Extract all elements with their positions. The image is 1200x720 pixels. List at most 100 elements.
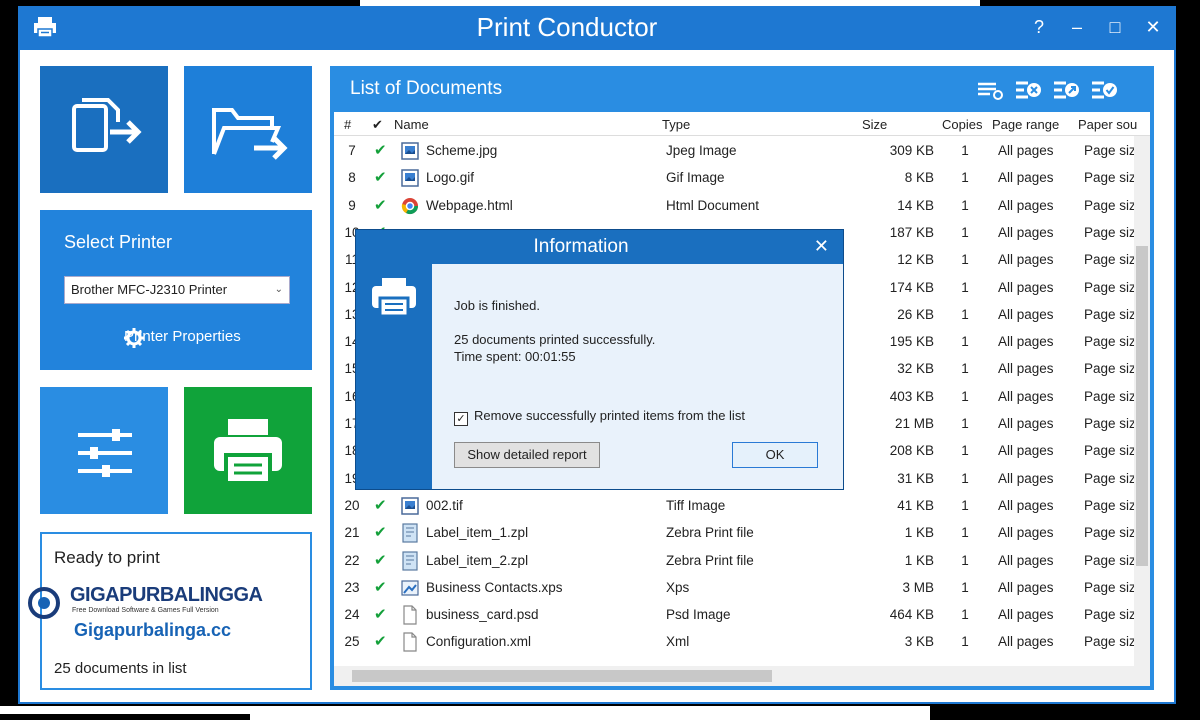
help-button[interactable]: ?	[1026, 14, 1052, 40]
row-number: 8	[348, 170, 356, 186]
table-row[interactable]: ✔ 24 business_card.psd Psd Image 464 KB 1 All …	[334, 602, 1136, 629]
row-size: 208 KB	[889, 443, 934, 459]
column-header-type[interactable]: Type	[662, 117, 690, 132]
print-button[interactable]	[184, 387, 312, 514]
clear-options-icon[interactable]	[976, 78, 1006, 102]
table-row[interactable]: ✔ 7 Scheme.jpg Jpeg Image 309 KB 1 All pages Pa…	[334, 138, 1136, 165]
row-type: Html Document	[666, 197, 760, 213]
minimize-button[interactable]: –	[1064, 14, 1090, 40]
remove-all-icon[interactable]	[1090, 78, 1120, 102]
row-copies: 1	[961, 579, 969, 595]
check-icon[interactable]: ✔	[374, 141, 387, 159]
row-size: 14 KB	[897, 197, 934, 213]
row-paper-source: Page siz	[1084, 416, 1136, 431]
maximize-button[interactable]: □	[1102, 14, 1128, 40]
row-paper-source: Page siz	[1084, 252, 1136, 268]
check-icon[interactable]: ✔	[374, 551, 387, 569]
background-strip	[250, 706, 930, 720]
show-report-button[interactable]: Show detailed report	[454, 442, 600, 468]
row-page-range: All pages	[998, 197, 1054, 213]
row-number: 24	[344, 607, 360, 623]
column-header-status[interactable]: ✔	[372, 117, 383, 133]
scrollbar-thumb[interactable]	[1136, 246, 1148, 566]
dialog-title: Information	[533, 236, 629, 257]
dialog-sidebar	[356, 264, 432, 489]
chevron-down-icon: ⌄	[274, 284, 283, 295]
horizontal-scrollbar[interactable]	[334, 666, 1134, 686]
column-header-page-range[interactable]: Page range	[992, 117, 1059, 132]
row-page-range: All pages	[998, 279, 1054, 295]
row-copies: 1	[961, 388, 969, 404]
row-page-range: All pages	[998, 388, 1054, 404]
remove-item-icon[interactable]	[1014, 78, 1044, 102]
row-size: 3 MB	[902, 579, 934, 595]
check-icon[interactable]: ✔	[374, 632, 387, 650]
dialog-close-button[interactable]: ✕	[814, 236, 829, 257]
select-printer-label: Select Printer	[64, 232, 173, 252]
row-name: Scheme.jpg	[426, 143, 498, 158]
add-folder-button[interactable]	[184, 66, 312, 193]
remove-printed-icon[interactable]	[1052, 78, 1082, 102]
row-page-range: All pages	[998, 443, 1054, 459]
add-files-button[interactable]	[40, 66, 168, 193]
watermark-logo-text: GIGAPURBALINGGA	[70, 584, 263, 606]
dialog-message-count: 25 documents printed successfully.	[454, 332, 656, 347]
printer-select[interactable]: Brother MFC-J2310 Printer ⌄	[64, 276, 290, 304]
row-number: 23	[344, 579, 360, 595]
row-copies: 1	[961, 224, 969, 240]
row-number: 25	[344, 634, 360, 650]
row-paper-source: Page siz	[1084, 579, 1136, 595]
row-paper-source: Page siz	[1084, 634, 1136, 650]
scrollbar-thumb[interactable]	[352, 670, 772, 682]
column-header-size[interactable]: Size	[862, 117, 887, 132]
column-header-number[interactable]: #	[344, 117, 351, 132]
row-paper-source: Page siz	[1084, 334, 1136, 350]
row-copies: 1	[961, 334, 969, 350]
check-icon[interactable]: ✔	[374, 523, 387, 541]
settings-button[interactable]	[40, 387, 168, 514]
column-header-copies[interactable]: Copies	[942, 117, 982, 132]
row-paper-source: Page siz	[1084, 470, 1136, 486]
row-paper-source: Page siz	[1084, 388, 1136, 404]
vertical-scrollbar[interactable]	[1134, 136, 1150, 686]
table-row[interactable]: ✔ 21 Label_item_1.zpl Zebra Print file 1 KB 1…	[334, 520, 1136, 547]
table-row[interactable]: ✔ 25 Configuration.xml Xml 3 KB 1 All pages Pag…	[334, 629, 1136, 656]
file-icon	[400, 605, 420, 625]
check-icon[interactable]: ✔	[374, 496, 387, 514]
remove-printed-label: Remove successfully printed items from t…	[474, 408, 745, 423]
check-icon[interactable]: ✔	[374, 578, 387, 596]
row-page-range: All pages	[998, 361, 1054, 377]
check-icon[interactable]: ✔	[374, 168, 387, 186]
row-paper-source: Page siz	[1084, 197, 1136, 213]
table-row[interactable]: ✔ 23 Business Contacts.xps Xps 3 MB 1 All page…	[334, 575, 1136, 602]
table-row[interactable]: ✔ 20 002.tif Tiff Image 41 KB 1 All pages Page …	[334, 493, 1136, 520]
column-header-paper-source[interactable]: Paper sou	[1078, 117, 1137, 132]
dialog-message-finished: Job is finished.	[454, 298, 540, 313]
row-size: 21 MB	[894, 416, 934, 431]
checkbox-check-icon[interactable]: ✓	[454, 412, 468, 426]
printer-properties-link[interactable]: Printer Properties	[124, 328, 241, 348]
image-icon	[400, 496, 420, 516]
row-copies: 1	[961, 470, 969, 486]
check-icon[interactable]: ✔	[374, 605, 387, 623]
close-button[interactable]: ✕	[1140, 14, 1166, 40]
row-size: 41 KB	[897, 497, 934, 513]
row-paper-source: Page siz	[1084, 224, 1136, 240]
table-row[interactable]: ✔ 9 Webpage.html Html Document 14 KB 1 All pag…	[334, 193, 1136, 220]
ok-button[interactable]: OK	[732, 442, 818, 468]
row-page-range: All pages	[998, 306, 1054, 322]
table-row[interactable]: ✔ 22 Label_item_2.zpl Zebra Print file 1 KB 1…	[334, 548, 1136, 575]
check-icon[interactable]: ✔	[374, 196, 387, 214]
row-paper-source: Page siz	[1084, 525, 1136, 541]
row-copies: 1	[961, 416, 969, 431]
row-name: Business Contacts.xps	[426, 579, 563, 595]
column-header-name[interactable]: Name	[394, 117, 429, 132]
row-page-range: All pages	[998, 607, 1054, 623]
row-paper-source: Page siz	[1084, 361, 1136, 377]
remove-printed-checkbox[interactable]: ✓ Remove successfully printed items from …	[454, 408, 745, 426]
printer-icon	[214, 419, 282, 485]
row-name: Configuration.xml	[426, 634, 532, 650]
table-row[interactable]: ✔ 8 Logo.gif Gif Image 8 KB 1 All pages Page si…	[334, 165, 1136, 192]
row-copies: 1	[961, 443, 969, 459]
dialog-body: Job is finished. 25 documents printed su…	[432, 264, 843, 489]
